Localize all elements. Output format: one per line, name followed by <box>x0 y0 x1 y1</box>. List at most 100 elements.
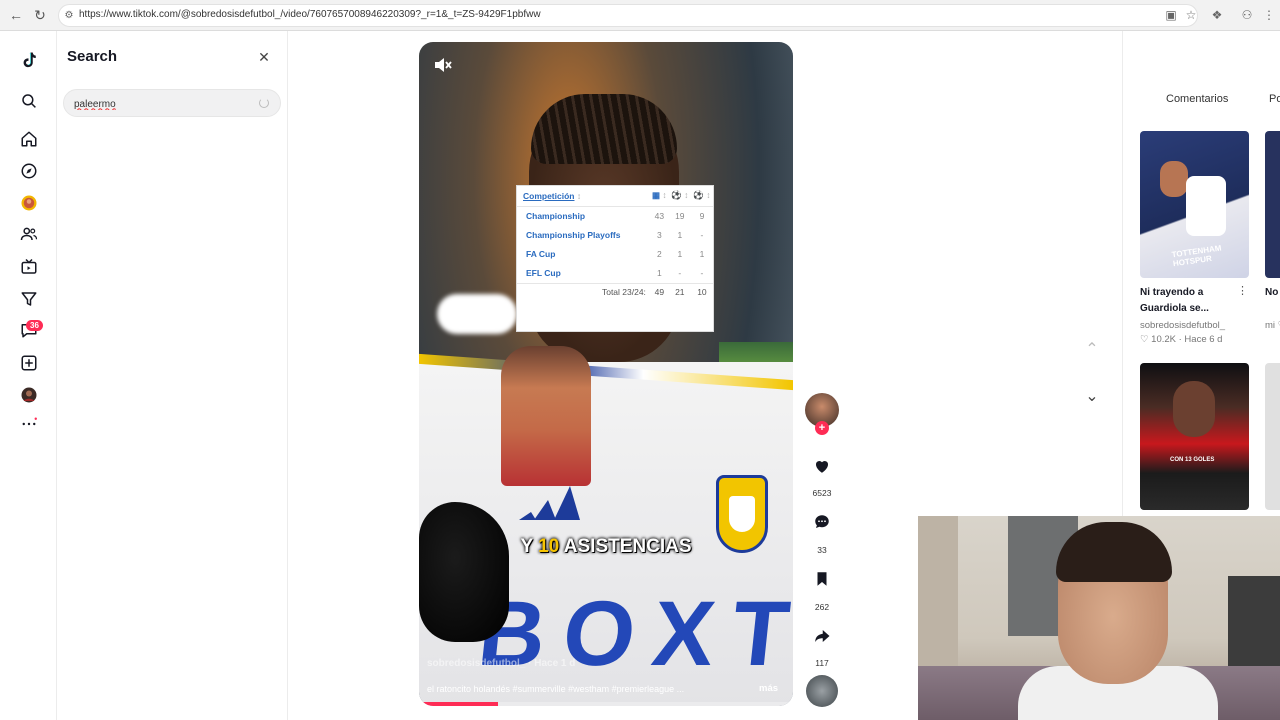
explore-icon[interactable] <box>17 159 41 183</box>
stats-cell: 21 <box>668 282 691 300</box>
video-player[interactable]: BOXT Competición ↕ ▦ ↕ ⚽ ↕ ⚽ ↕ Champions… <box>419 42 793 706</box>
card-options-icon[interactable]: ⋮ <box>1237 284 1248 297</box>
site-info-icon[interactable]: ⚙ <box>63 10 75 22</box>
loading-spinner-icon <box>259 98 269 108</box>
close-icon[interactable]: ✕ <box>256 49 272 65</box>
search-panel: Search ✕ <box>57 31 288 720</box>
table-row: FA Cup 2 1 1 <box>517 245 713 264</box>
video-progress-bar[interactable] <box>419 702 793 706</box>
video-author[interactable]: sobredosisdefutbol_ · Hace 1 d <box>427 658 575 669</box>
share-icon[interactable] <box>805 619 839 653</box>
card-title[interactable]: Ni trayendo a Guardiola se... <box>1140 285 1235 317</box>
bookmark-icon[interactable] <box>805 562 839 596</box>
tab-other[interactable]: Po <box>1269 93 1280 105</box>
bookmark-star-icon[interactable]: ☆ <box>1184 8 1198 22</box>
peek-card-title[interactable]: No ge <box>1265 285 1280 301</box>
peek-card-sub: mi ♡ <box>1265 320 1280 331</box>
like-count: 6523 <box>812 488 832 498</box>
search-icon[interactable] <box>17 89 41 113</box>
stats-header-assists-icon[interactable]: ⚽ ↕ <box>690 186 713 207</box>
stats-cell: 1 <box>656 268 662 278</box>
search-panel-title: Search <box>67 48 118 65</box>
creator-cutout <box>501 346 591 486</box>
card-author[interactable]: sobredosisdefutbol_ <box>1140 320 1225 331</box>
search-input[interactable] <box>74 96 244 112</box>
card-meta: ♡ 10.2K · Hace 6 d <box>1140 334 1223 345</box>
comment-icon[interactable] <box>805 505 839 539</box>
stats-cell: 49 <box>649 282 669 300</box>
stats-row-name[interactable]: EFL Cup <box>517 264 650 284</box>
stats-cell: 1 <box>699 249 705 259</box>
profile-icon[interactable]: ⚇ <box>1240 8 1254 22</box>
address-bar[interactable]: ⚙ https://www.tiktok.com/@sobredosisdefu… <box>58 4 1198 27</box>
spurs-logo-icon <box>1186 176 1226 236</box>
stats-row-name[interactable]: Championship <box>517 206 650 226</box>
live-avatar-icon[interactable] <box>17 191 41 215</box>
reload-icon[interactable]: ↻ <box>32 7 48 23</box>
stats-cell: - <box>700 268 704 278</box>
video-description[interactable]: el ratoncito holandés #summerville #west… <box>427 684 745 694</box>
table-row: EFL Cup 1 - - <box>517 264 713 284</box>
tiktok-logo-icon[interactable] <box>17 48 41 72</box>
follow-plus-icon[interactable]: + <box>815 421 829 435</box>
stats-cell: 43 <box>654 211 665 221</box>
share-count: 117 <box>815 658 829 668</box>
table-row: Championship Playoffs 3 1 - <box>517 226 713 245</box>
stats-table: Competición ↕ ▦ ↕ ⚽ ↕ ⚽ ↕ Championship 4… <box>516 185 714 332</box>
stats-total-label: Total 23/24: <box>517 282 650 300</box>
browser-toolbar: ← ↻ ⚙ https://www.tiktok.com/@sobredosis… <box>0 0 1280 31</box>
jersey-sponsor-text: BOXT <box>473 583 793 685</box>
like-icon[interactable] <box>805 449 839 483</box>
creator-face <box>1160 161 1188 197</box>
upload-icon[interactable] <box>17 351 41 375</box>
music-disc-icon[interactable] <box>806 675 838 707</box>
stats-cell: 9 <box>699 211 705 221</box>
video-thumbnail-peek[interactable] <box>1265 131 1280 278</box>
chevron-down-icon[interactable]: ⌄ <box>1081 386 1103 408</box>
cast-icon[interactable]: ▣ <box>1164 8 1178 22</box>
search-box[interactable] <box>63 89 281 117</box>
stats-row-name[interactable]: Championship Playoffs <box>517 226 650 245</box>
stats-row-name[interactable]: FA Cup <box>517 245 650 264</box>
stats-header-competicion[interactable]: Competición ↕ <box>517 186 650 207</box>
stats-cell: 19 <box>675 211 685 221</box>
table-row: Championship 43 19 9 <box>517 206 713 226</box>
tab-comentarios[interactable]: Comentarios <box>1166 93 1228 105</box>
stats-header-goals-icon[interactable]: ⚽ ↕ <box>668 186 691 207</box>
table-row-total: Total 23/24: 49 21 10 <box>517 282 713 300</box>
extensions-icon[interactable]: ❖ <box>1210 8 1224 22</box>
home-icon[interactable] <box>17 127 41 151</box>
left-rail: 36 <box>0 31 57 720</box>
back-icon[interactable]: ← <box>8 7 24 23</box>
video-thumbnail[interactable]: CON 13 GOLES <box>1140 363 1249 510</box>
stats-header-matches-icon[interactable]: ▦ ↕ <box>649 186 669 207</box>
comment-count: 33 <box>817 545 827 555</box>
video-thumbnail[interactable]: TOTTENHAM HOTSPUR <box>1140 131 1249 278</box>
stats-cell: 1 <box>677 230 683 240</box>
webcam-overlay <box>918 516 1280 720</box>
chevron-up-icon[interactable]: ⌃ <box>1081 339 1103 361</box>
messages-badge: 36 <box>26 320 43 331</box>
stats-cell: 3 <box>656 230 662 240</box>
menu-icon[interactable]: ⋮ <box>1262 8 1276 22</box>
following-icon[interactable] <box>17 222 41 246</box>
stats-cell: 1 <box>677 249 683 259</box>
video-caption-overlay: Y 10 ASISTENCIAS <box>520 536 692 557</box>
url-text[interactable]: https://www.tiktok.com/@sobredosisdefutb… <box>79 9 541 20</box>
video-progress-fill <box>419 702 498 706</box>
mute-icon[interactable] <box>433 56 453 74</box>
stats-cell: - <box>700 230 704 240</box>
video-thumbnail-peek[interactable] <box>1265 363 1280 510</box>
filter-icon[interactable] <box>17 287 41 311</box>
adidas-logo-icon <box>519 486 580 520</box>
more-icon[interactable] <box>17 412 41 436</box>
tv-icon[interactable] <box>17 255 41 279</box>
save-count: 262 <box>814 602 830 612</box>
stats-cell: 10 <box>690 282 713 300</box>
stats-cell: - <box>678 268 682 278</box>
more-link[interactable]: más <box>759 683 778 694</box>
goalkeeper-glove <box>419 502 509 642</box>
profile-avatar-icon[interactable] <box>17 383 41 407</box>
blurred-overlay <box>437 294 517 334</box>
thumbnail-text: TOTTENHAM HOTSPUR <box>1171 243 1222 269</box>
